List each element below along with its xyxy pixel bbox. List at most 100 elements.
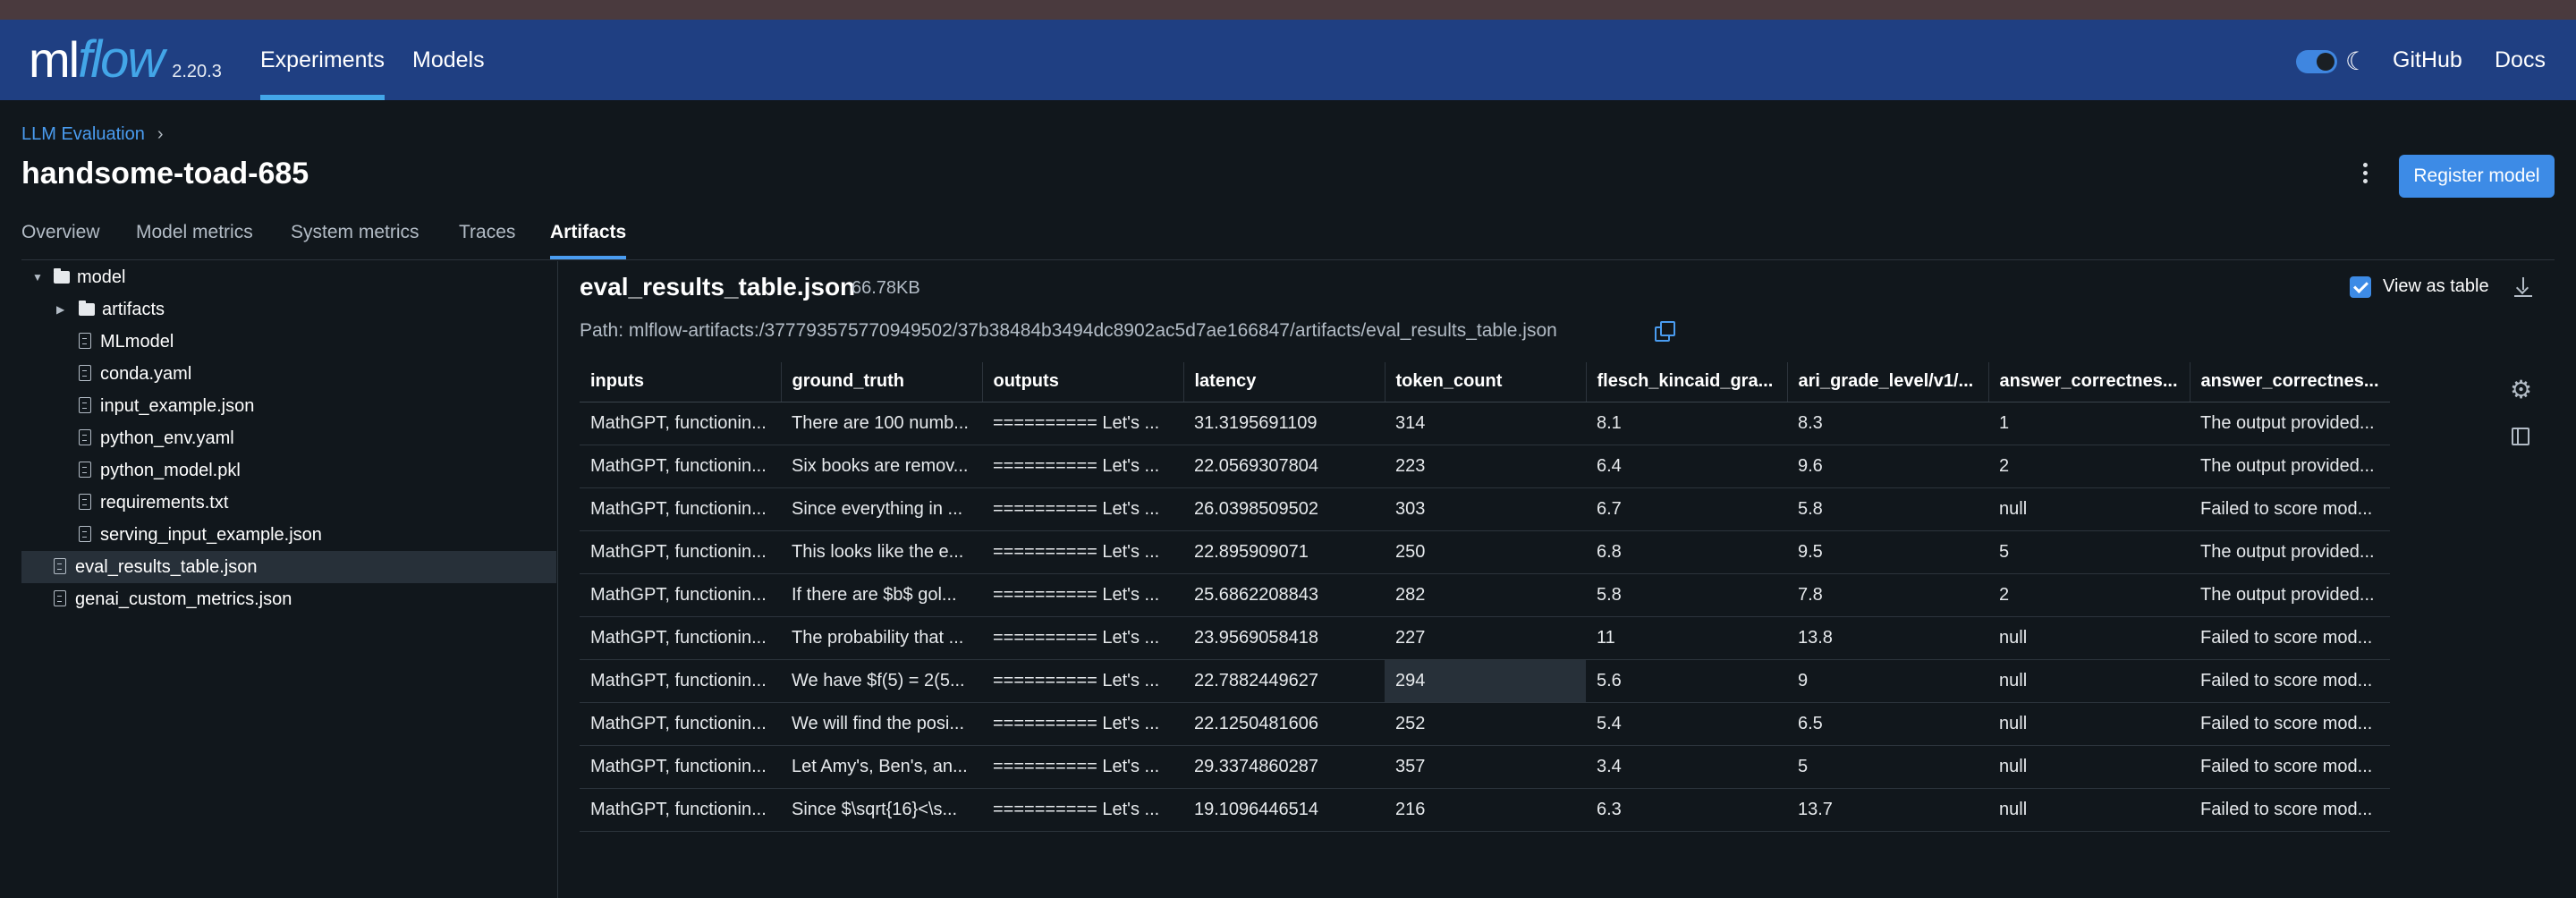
download-icon[interactable] [2513, 275, 2533, 299]
table-cell[interactable]: 2 [1988, 573, 2190, 617]
table-cell[interactable]: The output provided... [2190, 573, 2390, 617]
gear-icon[interactable]: ⚙ [2510, 377, 2532, 403]
table-cell[interactable]: 22.7882449627 [1183, 659, 1385, 703]
table-cell[interactable]: 25.6862208843 [1183, 573, 1385, 617]
table-cell[interactable]: ========== Let's ... [982, 659, 1183, 703]
table-cell[interactable]: null [1988, 745, 2190, 789]
table-cell[interactable]: Six books are remov... [781, 445, 982, 488]
table-cell[interactable]: Failed to score mod... [2190, 788, 2390, 832]
table-cell[interactable]: 5.8 [1586, 573, 1787, 617]
table-cell[interactable]: 6.8 [1586, 530, 1787, 574]
tree-item-python-model[interactable]: python_model.pkl [21, 454, 556, 487]
table-cell[interactable]: MathGPT, functionin... [580, 702, 781, 746]
table-cell[interactable]: MathGPT, functionin... [580, 788, 781, 832]
table-cell[interactable]: 6.4 [1586, 445, 1787, 488]
table-row[interactable]: MathGPT, functionin... Since everything i… [580, 487, 2390, 531]
github-link[interactable]: GitHub [2393, 20, 2462, 100]
side-panel-icon[interactable] [2512, 428, 2529, 445]
tree-item-genai-metrics[interactable]: genai_custom_metrics.json [21, 583, 556, 615]
table-cell[interactable]: 8.1 [1586, 402, 1787, 445]
column-header[interactable]: answer_correctnes... [2189, 362, 2390, 402]
table-cell[interactable]: 26.0398509502 [1183, 487, 1385, 531]
breadcrumb-experiment-link[interactable]: LLM Evaluation [21, 124, 145, 144]
column-header[interactable]: outputs [981, 362, 1183, 402]
register-model-button[interactable]: Register model [2399, 155, 2555, 198]
table-cell[interactable]: null [1988, 788, 2190, 832]
table-cell[interactable]: null [1988, 702, 2190, 746]
table-cell[interactable]: ========== Let's ... [982, 616, 1183, 660]
table-cell[interactable]: ========== Let's ... [982, 745, 1183, 789]
nav-experiments[interactable]: Experiments [260, 20, 385, 100]
table-cell[interactable]: null [1988, 659, 2190, 703]
table-cell[interactable]: Failed to score mod... [2190, 659, 2390, 703]
table-row[interactable]: MathGPT, functionin... This looks like th… [580, 530, 2390, 574]
table-row[interactable]: MathGPT, functionin... The probability th… [580, 616, 2390, 660]
table-row[interactable]: MathGPT, functionin... Six books are remo… [580, 445, 2390, 488]
table-row[interactable]: MathGPT, functionin... If there are $b$ g… [580, 573, 2390, 617]
table-cell[interactable]: Let Amy's, Ben's, an... [781, 745, 982, 789]
table-cell[interactable]: ========== Let's ... [982, 702, 1183, 746]
table-cell[interactable]: There are 100 numb... [781, 402, 982, 445]
table-cell[interactable]: 2 [1988, 445, 2190, 488]
table-cell[interactable]: 5 [1988, 530, 2190, 574]
table-cell[interactable]: 11 [1586, 616, 1787, 660]
table-cell[interactable]: MathGPT, functionin... [580, 616, 781, 660]
table-cell[interactable]: ========== Let's ... [982, 530, 1183, 574]
tree-item-serving-input[interactable]: serving_input_example.json [21, 519, 556, 551]
table-cell[interactable]: MathGPT, functionin... [580, 573, 781, 617]
table-cell[interactable]: The output provided... [2190, 530, 2390, 574]
table-cell[interactable]: 1 [1988, 402, 2190, 445]
tab-artifacts[interactable]: Artifacts [550, 222, 627, 259]
table-cell[interactable]: ========== Let's ... [982, 573, 1183, 617]
table-cell[interactable]: 29.3374860287 [1183, 745, 1385, 789]
table-cell[interactable]: 216 [1385, 788, 1586, 832]
table-cell[interactable]: null [1988, 616, 2190, 660]
docs-link[interactable]: Docs [2495, 20, 2546, 100]
tree-item-requirements[interactable]: requirements.txt [21, 487, 556, 519]
table-cell[interactable]: Since $\sqrt{16}<\s... [781, 788, 982, 832]
mlflow-logo[interactable]: ml flow 2.20.3 [29, 29, 222, 91]
table-cell[interactable]: 8.3 [1787, 402, 1988, 445]
table-cell[interactable]: The output provided... [2190, 445, 2390, 488]
column-header[interactable]: token_count [1384, 362, 1586, 402]
table-cell[interactable]: 294 [1385, 659, 1586, 703]
table-row[interactable]: MathGPT, functionin... There are 100 numb… [580, 402, 2390, 445]
table-cell[interactable]: 6.3 [1586, 788, 1787, 832]
table-cell[interactable]: The output provided... [2190, 402, 2390, 445]
table-cell[interactable]: 9.5 [1787, 530, 1988, 574]
column-header[interactable]: answer_correctnes... [1987, 362, 2190, 402]
table-cell[interactable]: MathGPT, functionin... [580, 659, 781, 703]
table-cell[interactable]: We will find the posi... [781, 702, 982, 746]
column-header[interactable]: latency [1182, 362, 1385, 402]
view-as-table-checkbox[interactable] [2350, 276, 2371, 298]
table-cell[interactable]: 357 [1385, 745, 1586, 789]
table-cell[interactable]: 5.6 [1586, 659, 1787, 703]
tab-model-metrics[interactable]: Model metrics [136, 222, 253, 243]
table-row[interactable]: MathGPT, functionin... We will find the p… [580, 702, 2390, 746]
table-cell[interactable]: MathGPT, functionin... [580, 487, 781, 531]
table-cell[interactable]: 13.8 [1787, 616, 1988, 660]
table-cell[interactable]: 3.4 [1586, 745, 1787, 789]
table-cell[interactable]: 31.3195691109 [1183, 402, 1385, 445]
table-cell[interactable]: 6.5 [1787, 702, 1988, 746]
copy-icon[interactable] [1655, 321, 1675, 342]
table-cell[interactable]: 7.8 [1787, 573, 1988, 617]
table-cell[interactable]: 23.9569058418 [1183, 616, 1385, 660]
theme-toggle[interactable] [2296, 50, 2337, 73]
table-cell[interactable]: 22.895909071 [1183, 530, 1385, 574]
tab-system-metrics[interactable]: System metrics [291, 222, 419, 243]
table-cell[interactable]: 6.7 [1586, 487, 1787, 531]
table-cell[interactable]: null [1988, 487, 2190, 531]
table-cell[interactable]: MathGPT, functionin... [580, 530, 781, 574]
table-row[interactable]: MathGPT, functionin... Since $\sqrt{16}<\… [580, 788, 2390, 832]
table-cell[interactable]: 227 [1385, 616, 1586, 660]
table-row[interactable]: MathGPT, functionin... Let Amy's, Ben's, … [580, 745, 2390, 789]
table-cell[interactable]: 303 [1385, 487, 1586, 531]
table-cell[interactable]: MathGPT, functionin... [580, 445, 781, 488]
table-cell[interactable]: 282 [1385, 573, 1586, 617]
table-cell[interactable]: Failed to score mod... [2190, 487, 2390, 531]
table-cell[interactable]: 5.8 [1787, 487, 1988, 531]
table-row[interactable]: MathGPT, functionin... We have $f(5) = 2(… [580, 659, 2390, 703]
table-cell[interactable]: MathGPT, functionin... [580, 402, 781, 445]
table-cell[interactable]: This looks like the e... [781, 530, 982, 574]
